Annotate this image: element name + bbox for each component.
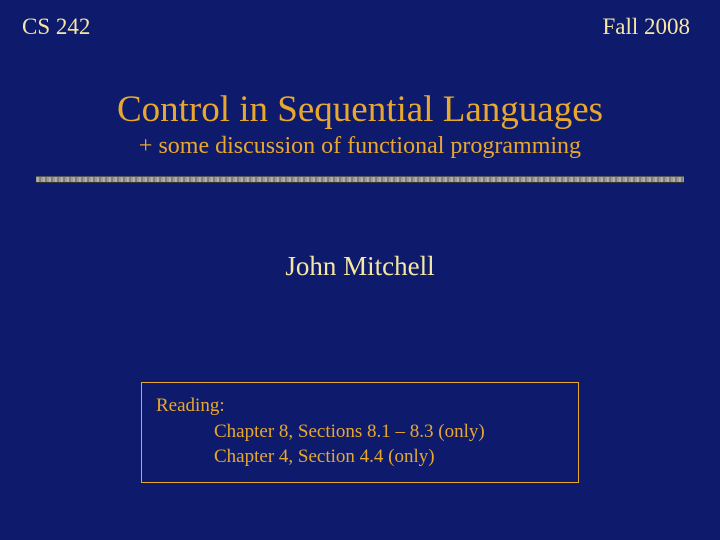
course-code: CS 242 [22,14,90,40]
author-name: John Mitchell [0,251,720,282]
divider-bar [36,176,684,183]
reading-label: Reading: [156,393,564,419]
term-label: Fall 2008 [602,14,690,40]
title-block: Control in Sequential Languages + some d… [0,88,720,160]
main-title: Control in Sequential Languages [0,88,720,131]
header-row: CS 242 Fall 2008 [0,0,720,40]
reading-box: Reading: Chapter 8, Sections 8.1 – 8.3 (… [141,382,579,483]
subtitle: + some discussion of functional programm… [0,133,720,160]
reading-line-1: Chapter 8, Sections 8.1 – 8.3 (only) [156,419,564,445]
reading-line-2: Chapter 4, Section 4.4 (only) [156,444,564,470]
